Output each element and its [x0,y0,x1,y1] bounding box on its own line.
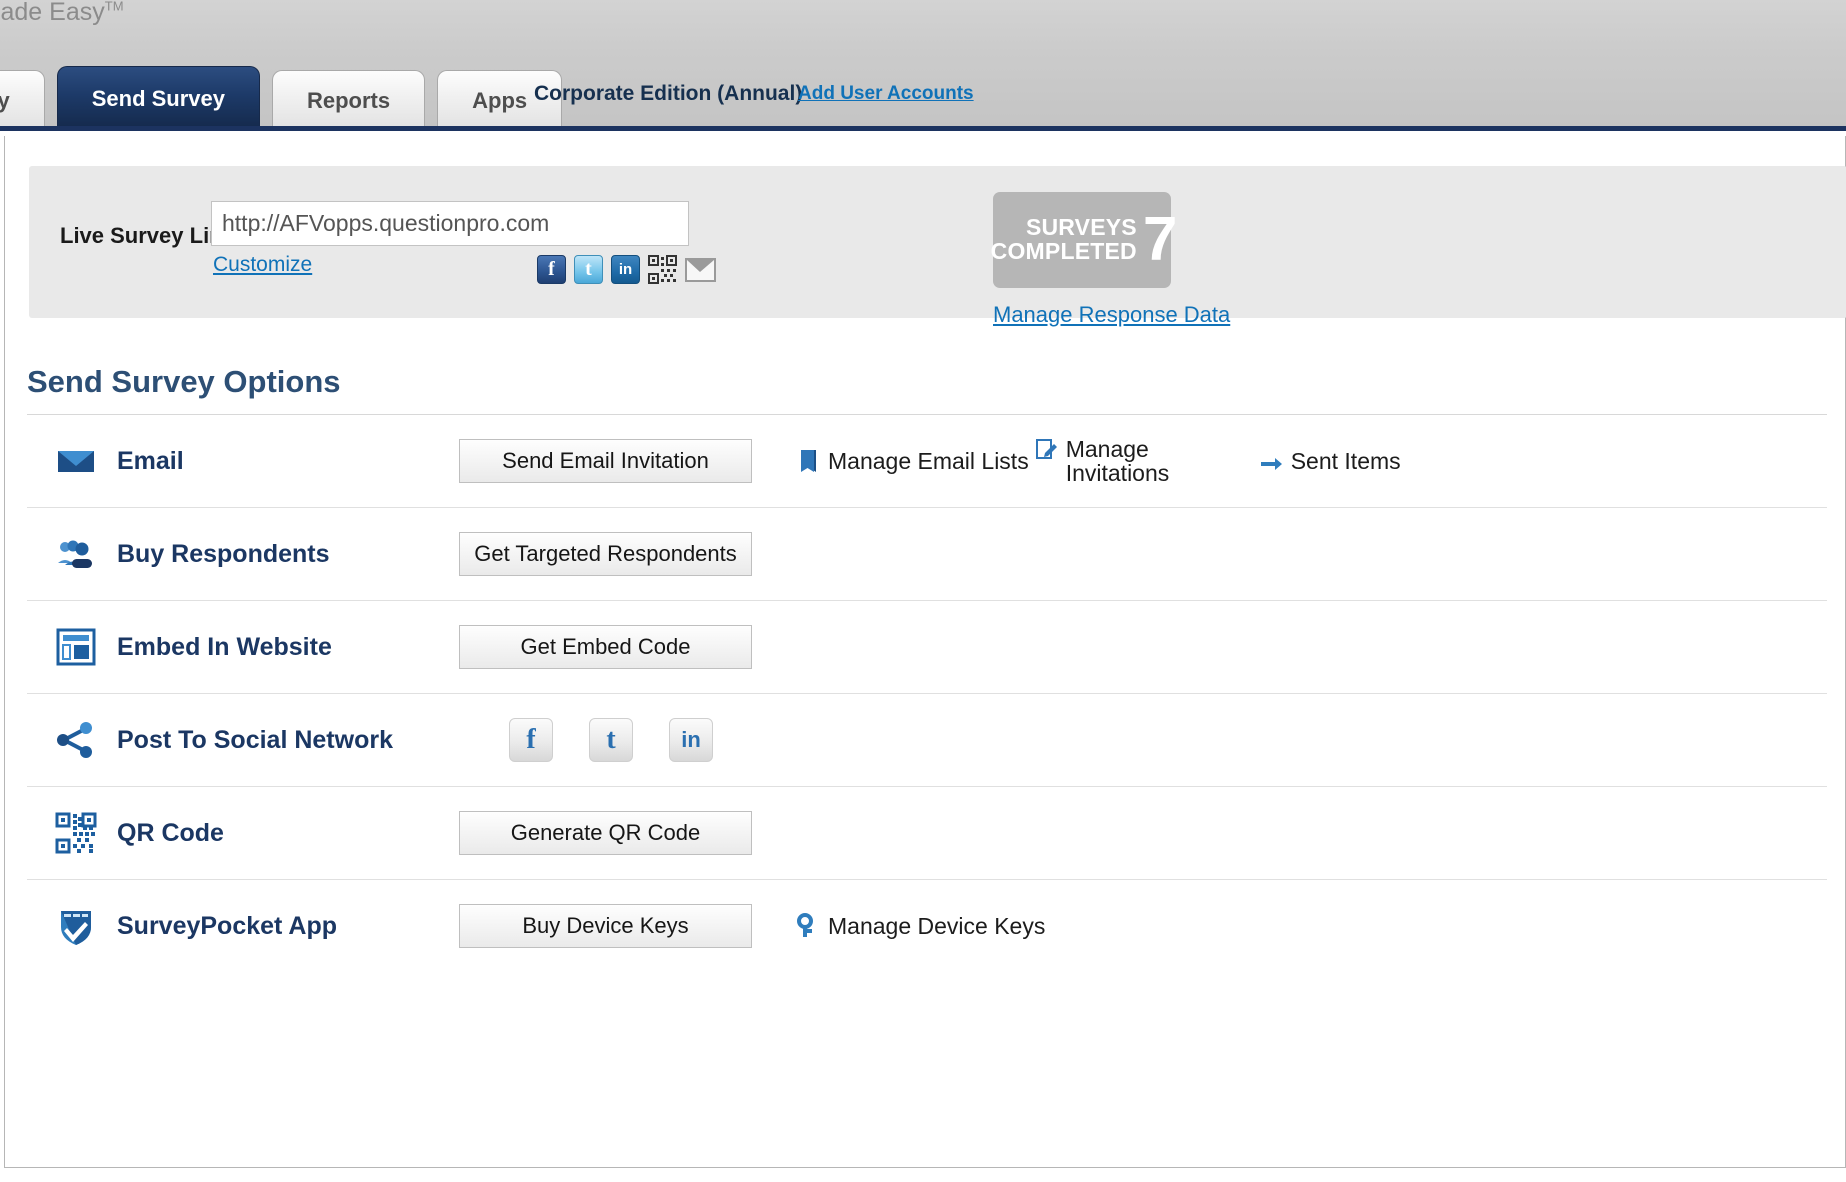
tab-survey-label: vey [0,87,10,113]
live-survey-link-input[interactable] [211,201,689,246]
page-content: Live Survey Link Customize f t in [4,136,1846,1168]
edit-document-icon [1035,437,1057,463]
arrow-right-icon [1260,448,1282,474]
action-manage-invitations[interactable]: Manage Invitations [1035,437,1190,485]
button-qr-code[interactable]: Generate QR Code [459,811,752,855]
option-label-embed-in-website: Embed In Website [117,632,332,661]
option-label-qr-code: QR Code [117,818,224,847]
linkedin-post-button[interactable]: in [669,718,713,762]
edition-label: Corporate Edition (Annual) [534,82,803,105]
book-icon [797,448,819,474]
surveys-completed-count: 7 [1142,204,1178,274]
brand-tagline-text: rch Made Easy [0,0,105,26]
nav-underline-rule [0,126,1846,131]
option-row-qr-code: QR Code Generate QR Code [27,786,1827,879]
action-label-manage-email-lists: Manage Email Lists [828,447,1029,474]
envelope-icon [55,440,97,482]
button-buy-respondents[interactable]: Get Targeted Respondents [459,532,752,576]
live-survey-link-label: Live Survey Link [60,223,235,248]
twitter-share-icon[interactable]: t [574,255,603,284]
option-label-surveypocket-app: SurveyPocket App [117,911,337,940]
action-sent-items[interactable]: Sent Items [1260,448,1401,475]
tab-apps-label: Apps [472,87,528,113]
tab-send-survey[interactable]: Send Survey [56,66,260,130]
key-icon [797,913,819,939]
facebook-share-icon[interactable]: f [537,255,566,284]
option-label-email: Email [117,446,184,475]
action-label-manage-invitations: Manage Invitations [1065,435,1170,486]
twitter-post-button[interactable]: t [589,718,633,762]
linkedin-share-icon[interactable]: in [611,255,640,284]
tab-survey[interactable]: vey [0,70,45,130]
shield-check-icon [55,905,97,947]
button-embed-in-website[interactable]: Get Embed Code [459,625,752,669]
action-label-manage-device-keys: Manage Device Keys [828,912,1046,939]
add-user-accounts-link[interactable]: Add User Accounts [798,83,974,105]
action-manage-email-lists[interactable]: Manage Email Lists [797,448,1029,475]
option-row-embed-in-website: Embed In Website Get Embed Code [27,600,1827,693]
row-actions-email: Manage Email Lists Manage Invitations Sent… [797,437,1401,485]
tab-reports-label: Reports [307,87,391,113]
website-layout-icon [55,626,97,668]
row-actions-surveypocket-app: Manage Device Keys [797,913,1051,940]
social-post-buttons: f t in [509,718,713,762]
button-email[interactable]: Send Email Invitation [459,439,752,483]
manage-response-data-link[interactable]: Manage Response Data [993,302,1230,328]
button-surveypocket-app[interactable]: Buy Device Keys [459,904,752,948]
send-survey-options-list: Email Send Email Invitation Manage Email L… [27,414,1827,972]
option-row-buy-respondents: Buy Respondents Get Targeted Respondents [27,507,1827,600]
badge-line-1: SURVEYS [1025,214,1137,241]
surveys-completed-badge: SURVEYS COMPLETED 7 [990,192,1177,288]
live-survey-link-panel: Live Survey Link Customize f t in [29,166,1846,327]
people-group-icon [55,533,97,575]
share-icon-group: f t in [537,255,716,284]
option-label-buy-respondents: Buy Respondents [117,539,330,568]
trademark-mark: TM [104,0,124,14]
option-row-email: Email Send Email Invitation Manage Email L… [27,414,1827,507]
surveys-completed-text: SURVEYS COMPLETED [990,214,1137,264]
top-chrome: rch Made EasyTM vey Send Survey Reports App… [0,0,1846,131]
option-row-surveypocket-app: SurveyPocket App Buy Device Keys Manage De… [27,879,1827,972]
action-label-sent-items: Sent Items [1290,447,1401,474]
badge-line-2: COMPLETED [990,238,1137,264]
qr-code-icon [55,812,97,854]
option-row-post-to-social-network: Post To Social Network f t in [27,693,1827,786]
main-tab-bar: vey Send Survey Reports Apps [0,66,574,130]
email-share-icon[interactable] [685,257,716,282]
option-label-post-to-social-network: Post To Social Network [117,725,393,754]
action-manage-device-keys[interactable]: Manage Device Keys [797,913,1045,940]
qr-code-share-icon[interactable] [648,255,677,284]
facebook-post-button[interactable]: f [509,718,553,762]
brand-tagline: rch Made EasyTM [0,0,124,27]
tab-send-survey-label: Send Survey [91,85,225,111]
customize-link[interactable]: Customize [213,253,312,277]
tab-reports[interactable]: Reports [272,70,426,130]
page-title: Send Survey Options [27,364,341,399]
share-nodes-icon [55,719,97,761]
